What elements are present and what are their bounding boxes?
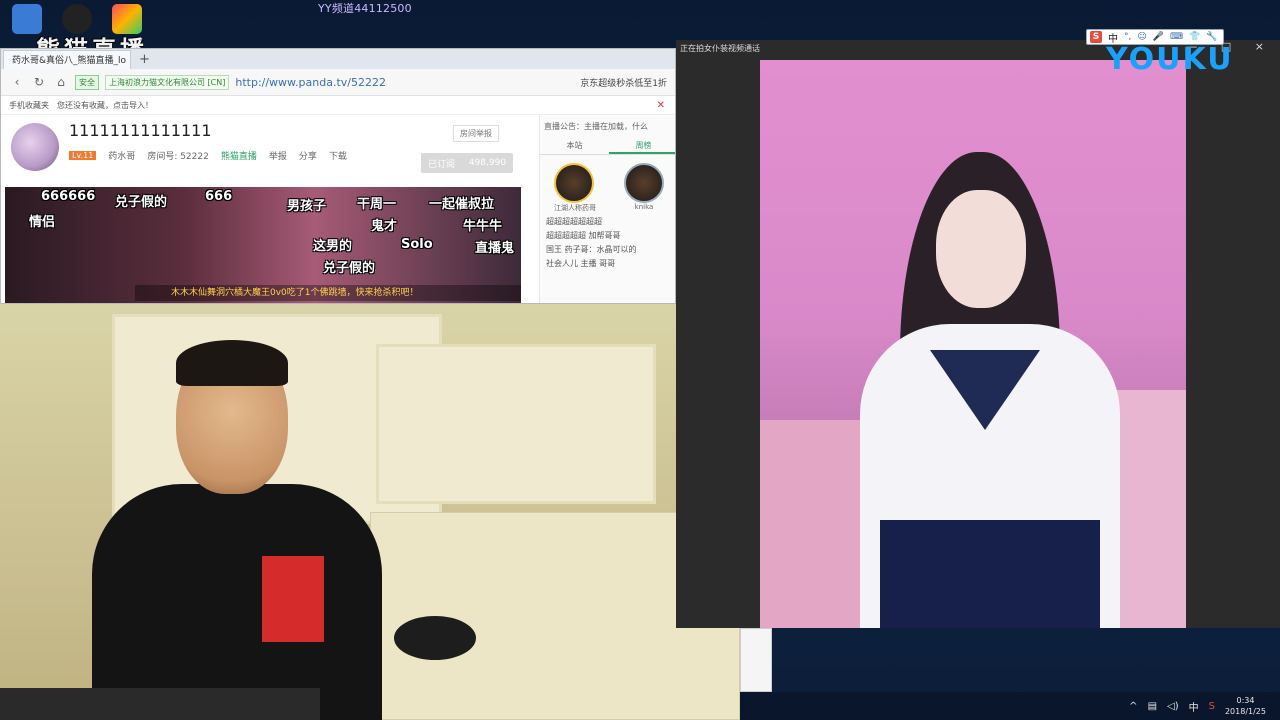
share-link[interactable]: 分享	[299, 149, 317, 162]
taskbar: ^ ▤ ◁) 中 S 0:34 2018/1/25	[740, 692, 1280, 720]
fan-card[interactable]: knika	[624, 163, 664, 213]
wall-shelf	[376, 344, 656, 504]
avatar	[624, 163, 664, 203]
nav-bar: ‹ ↻ ⌂ 安全 上海初浪力猫文化有限公司 [CN] http://www.pa…	[1, 69, 675, 96]
gift-announcement: 木木木仙舞洞穴橘大魔王0v0吃了1个佛跳墙，快来抢杀积吧！	[135, 285, 521, 301]
url-field[interactable]: http://www.panda.tv/52222	[235, 76, 386, 89]
video-call-window: 正在拍女仆装视频通话 — □ ×	[676, 40, 1280, 628]
danmu-item: 牛牛牛	[463, 219, 503, 234]
settings-icon[interactable]: 🔧	[1206, 32, 1217, 42]
danmu-item: 鬼才	[371, 219, 398, 234]
subscribe-count: 498,990	[468, 158, 507, 168]
youku-logo: YOUKU	[1106, 42, 1234, 77]
skirt	[880, 520, 1100, 628]
fan-name: knika	[634, 203, 654, 211]
person-face	[936, 190, 1026, 308]
bookmark-item[interactable]: 手机收藏夹	[9, 100, 49, 111]
fan-name: 江湖人称药哥	[554, 204, 596, 212]
chair	[394, 616, 476, 660]
window-title: 正在拍女仆装视频通话	[680, 44, 760, 53]
sogou-tray-icon[interactable]: S	[1209, 701, 1215, 712]
danmu-item: 男孩子	[287, 199, 327, 214]
host-name[interactable]: 药水哥	[108, 149, 135, 162]
report-button[interactable]: 房间举报	[453, 125, 499, 142]
danmu-item: 兑子假的	[115, 195, 168, 210]
ime-indicator[interactable]: 中	[1189, 699, 1199, 714]
room-notice: 直播公告：主播在加载，什么	[544, 122, 648, 131]
skin-icon[interactable]: 👕	[1189, 32, 1200, 42]
close-icon[interactable]: ✕	[657, 100, 665, 111]
room-meta: Lv.11 药水哥 房间号: 52222 熊猫直播 举报 分享 下载	[69, 149, 347, 162]
cert-label[interactable]: 上海初浪力猫文化有限公司 [CN]	[105, 74, 230, 90]
video-feed[interactable]	[760, 60, 1186, 628]
chat-line: 社会人儿 主播 哥哥	[546, 259, 616, 268]
network-icon[interactable]: ▤	[1148, 701, 1157, 712]
chat-line: 超超超超超超超	[546, 217, 602, 226]
follow-link[interactable]: 熊猫直播	[221, 149, 257, 162]
punctuation-icon[interactable]: °,	[1124, 32, 1131, 42]
rank-tabs: 本站 周榜	[540, 138, 675, 155]
streamer	[92, 340, 382, 720]
danmu-item: 666666	[41, 189, 96, 204]
chat-sidebar: 直播公告：主播在加载，什么 本站 周榜 江湖人称药哥 knika 超超超超超超超…	[539, 115, 675, 303]
bookmark-hint[interactable]: 您还没有收藏，点击导入！	[57, 100, 153, 111]
level-badge: Lv.11	[69, 151, 97, 160]
home-icon[interactable]: ⌂	[53, 75, 69, 89]
tab-site[interactable]: 本站	[540, 138, 609, 154]
browser-tab[interactable]: 药水哥&真俗八_熊猫直播_lo ×	[3, 49, 131, 69]
subscribe-button[interactable]: 已订阅 498,990	[421, 153, 513, 173]
danmu-item: 666	[205, 189, 233, 204]
room-id: 房间号: 52222	[147, 152, 209, 162]
danmu-item: 这男的	[313, 239, 353, 254]
ad-link[interactable]: 京东超级秒杀低至1折	[580, 76, 667, 89]
chat-line: 国王 药子哥：水晶可以的	[546, 245, 637, 254]
channel-label: YY频道44112500	[318, 2, 412, 15]
room-header: 11111111111111 Lv.11 药水哥 房间号: 52222 熊猫直播…	[1, 115, 537, 177]
subscribe-label: 已订阅	[427, 159, 455, 170]
avatar	[554, 163, 594, 203]
time: 0:34	[1236, 696, 1255, 705]
security-badge[interactable]: 安全	[75, 74, 99, 90]
danmu-item: 干周一	[357, 197, 397, 212]
webcam-feed	[0, 304, 740, 720]
emoji-icon[interactable]: ☺	[1137, 32, 1146, 42]
keyboard-icon[interactable]: ⌨	[1170, 32, 1183, 42]
back-icon[interactable]: ‹	[9, 75, 25, 89]
danmu-item: Solo	[401, 237, 433, 252]
shirt-print	[262, 556, 324, 642]
danmu-item: 情侣	[29, 215, 56, 230]
avatar[interactable]	[11, 123, 59, 171]
streamer-body	[92, 484, 382, 720]
volume-icon[interactable]: ◁)	[1167, 701, 1179, 712]
tab-strip: 药水哥&真俗八_熊猫直播_lo × +	[1, 49, 675, 69]
youku-wordmark: YOUKU	[1106, 42, 1234, 77]
tab-weekly[interactable]: 周榜	[609, 138, 675, 154]
chevron-up-icon[interactable]: ^	[1129, 701, 1137, 712]
new-tab-button[interactable]: +	[139, 52, 150, 67]
danmu-item: 一起催叔拉	[429, 197, 495, 212]
refresh-icon[interactable]: ↻	[31, 75, 47, 89]
laptop	[0, 688, 320, 720]
browser-window: 药水哥&真俗八_熊猫直播_lo × + ‹ ↻ ⌂ 安全 上海初浪力猫文化有限公…	[0, 48, 676, 304]
stream-video[interactable]: 666666 兑子假的 666 男孩子 干周一 一起催叔拉 情侣 鬼才 牛牛牛 …	[5, 187, 521, 303]
date: 2018/1/25	[1224, 707, 1266, 716]
report-link[interactable]: 举报	[269, 149, 287, 162]
page-title: 11111111111111	[69, 121, 212, 140]
mic-icon[interactable]: 🎤	[1153, 32, 1164, 42]
streamer-hair	[176, 340, 288, 386]
download-link[interactable]: 下载	[329, 149, 347, 162]
panel	[740, 628, 772, 692]
bookmark-bar: 手机收藏夹 您还没有收藏，点击导入！ ✕	[1, 96, 675, 115]
danmu-item: 直播鬼	[475, 241, 515, 256]
clock[interactable]: 0:34 2018/1/25	[1225, 695, 1266, 717]
danmu-item: 兑子假的	[323, 261, 376, 276]
sogou-icon[interactable]: S	[1090, 31, 1102, 43]
tab-title: 药水哥&真俗八_熊猫直播_lo	[12, 56, 127, 66]
chat-line: 超超超超超 加帮哥哥	[546, 231, 621, 240]
top-fans: 江湖人称药哥 knika	[540, 163, 675, 213]
fan-card[interactable]: 江湖人称药哥	[554, 163, 596, 213]
